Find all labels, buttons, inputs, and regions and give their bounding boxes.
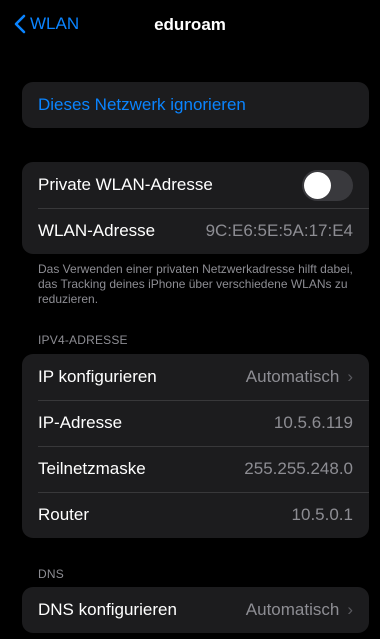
wlan-address-row: WLAN-Adresse 9C:E6:5E:5A:17:E4 — [22, 208, 369, 254]
privacy-group: Private WLAN-Adresse WLAN-Adresse 9C:E6:… — [22, 162, 369, 254]
ip-address-row: IP-Adresse 10.5.6.119 — [22, 400, 369, 446]
forget-network-group: Dieses Netzwerk ignorieren — [22, 82, 369, 128]
router-value: 10.5.0.1 — [291, 505, 353, 524]
forget-network-label: Dieses Netzwerk ignorieren — [38, 95, 246, 114]
private-address-row: Private WLAN-Adresse — [22, 162, 369, 208]
router-label: Router — [38, 505, 90, 524]
private-address-label: Private WLAN-Adresse — [38, 175, 213, 194]
chevron-right-icon: › — [347, 600, 353, 619]
ip-address-value: 10.5.6.119 — [273, 413, 353, 432]
router-row: Router 10.5.0.1 — [22, 492, 369, 538]
navigation-bar: WLAN eduroam — [0, 0, 380, 52]
dns-configure-row[interactable]: DNS konfigurieren Automatisch › — [22, 587, 369, 633]
wlan-address-label: WLAN-Adresse — [38, 221, 156, 240]
ip-address-label: IP-Adresse — [38, 413, 123, 432]
dns-configure-value: Automatisch — [245, 600, 340, 619]
page-title: eduroam — [154, 15, 226, 34]
forget-network-button[interactable]: Dieses Netzwerk ignorieren — [22, 82, 369, 128]
subnet-mask-label: Teilnetzmaske — [38, 459, 146, 478]
toggle-knob — [304, 171, 331, 199]
privacy-footer: Das Verwenden einer privaten Netzwerkadr… — [38, 262, 353, 306]
ipv4-section-header: IPV4-ADRESSE — [38, 333, 128, 347]
subnet-mask-value: 255.255.248.0 — [244, 459, 353, 478]
ipv4-group: IP konfigurieren Automatisch › IP-Adress… — [22, 354, 369, 538]
dns-configure-value-wrap: Automatisch › — [246, 600, 353, 620]
dns-group: DNS konfigurieren Automatisch › — [22, 587, 369, 633]
dns-configure-label: DNS konfigurieren — [38, 600, 177, 619]
dns-section-header: DNS — [38, 567, 64, 581]
ip-configure-value-wrap: Automatisch › — [246, 367, 353, 387]
ip-configure-label: IP konfigurieren — [38, 367, 157, 386]
ip-configure-row[interactable]: IP konfigurieren Automatisch › — [22, 354, 369, 400]
wlan-address-value: 9C:E6:5E:5A:17:E4 — [205, 221, 353, 240]
subnet-mask-row: Teilnetzmaske 255.255.248.0 — [22, 446, 369, 492]
chevron-right-icon: › — [347, 367, 353, 386]
private-address-toggle[interactable] — [302, 169, 353, 201]
ip-configure-value: Automatisch — [245, 367, 340, 386]
